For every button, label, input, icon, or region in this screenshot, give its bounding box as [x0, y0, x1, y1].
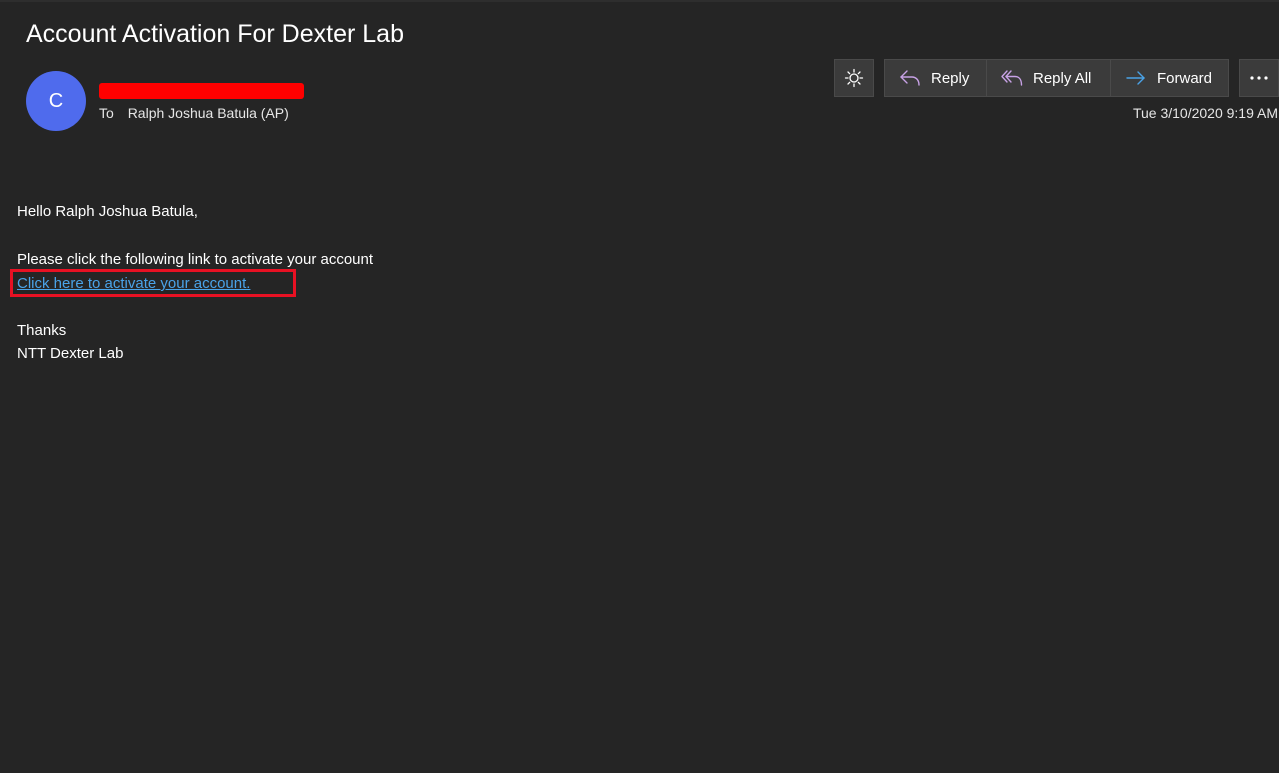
- reply-all-label: Reply All: [1033, 69, 1092, 87]
- forward-label: Forward: [1157, 69, 1213, 87]
- recipient-line: To Ralph Joshua Batula (AP): [99, 105, 289, 121]
- sender-avatar: C: [26, 71, 86, 131]
- forward-button[interactable]: Forward: [1110, 59, 1229, 97]
- link-highlight-box: [10, 269, 296, 297]
- reply-button[interactable]: Reply: [884, 59, 987, 97]
- theme-toggle-button[interactable]: [834, 59, 874, 97]
- window-top-edge: [0, 0, 1279, 2]
- to-label: To: [99, 105, 114, 121]
- avatar-initial: C: [48, 89, 64, 112]
- email-instruction: Please click the following link to activ…: [17, 251, 374, 268]
- email-signature: NTT Dexter Lab: [17, 345, 124, 362]
- more-options-button[interactable]: [1239, 59, 1279, 97]
- reply-all-icon: [1001, 68, 1023, 88]
- email-greeting: Hello Ralph Joshua Batula,: [17, 203, 198, 220]
- sender-name-redacted: [99, 83, 304, 99]
- email-subject: Account Activation For Dexter Lab: [26, 20, 404, 48]
- email-closing: Thanks: [17, 322, 67, 339]
- recipient-name[interactable]: Ralph Joshua Batula (AP): [128, 105, 289, 121]
- email-date: Tue 3/10/2020 9:19 AM: [1132, 105, 1278, 121]
- reply-label: Reply: [931, 69, 970, 87]
- reply-all-button[interactable]: Reply All: [986, 59, 1111, 97]
- reply-icon: [899, 68, 921, 88]
- sun-icon: [844, 68, 864, 88]
- more-options-icon: [1249, 75, 1269, 81]
- forward-arrow-icon: [1125, 68, 1147, 88]
